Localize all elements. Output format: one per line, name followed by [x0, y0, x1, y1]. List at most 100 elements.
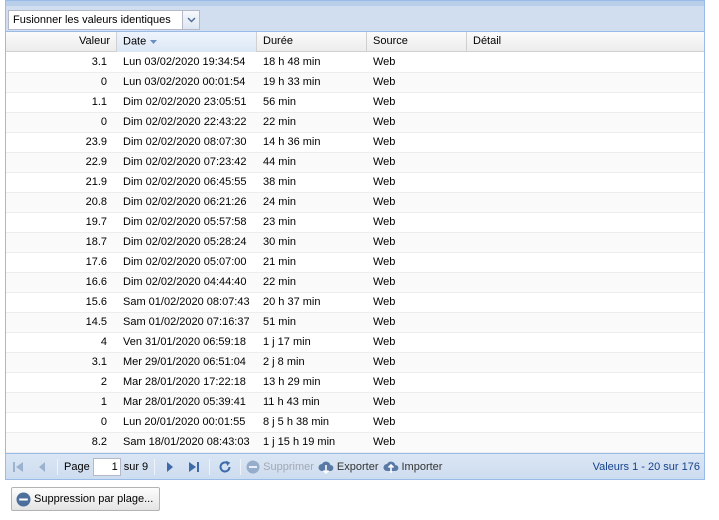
- merge-values-combo[interactable]: Fusionner les valeurs identiques: [8, 10, 200, 30]
- cell-detail: [467, 73, 704, 92]
- table-row[interactable]: 14.5 Sam 01/02/2020 07:16:37 51 min Web: [6, 313, 704, 333]
- cell-source: Web: [373, 436, 396, 448]
- table-row[interactable]: 22.9 Dim 02/02/2020 07:23:42 44 min Web: [6, 153, 704, 173]
- previous-page-button[interactable]: [32, 456, 52, 478]
- chevron-down-icon[interactable]: [183, 10, 200, 30]
- cell-source: Web: [373, 76, 396, 88]
- page-label: Page: [64, 460, 90, 473]
- page-number-input[interactable]: 1: [92, 457, 121, 476]
- cell-duree: 13 h 29 min: [263, 376, 321, 388]
- last-page-icon: [189, 461, 200, 472]
- cell-detail: [467, 173, 704, 192]
- grid-body: 3.1 Lun 03/02/2020 19:34:54 18 h 48 min Web…: [6, 53, 704, 453]
- cell-valeur: 3.1: [91, 356, 107, 368]
- table-row[interactable]: 1 Mar 28/01/2020 05:39:41 11 h 43 min Web: [6, 393, 704, 413]
- history-grid-panel: Fusionner les valeurs identiques Valeur …: [5, 0, 705, 480]
- cell-source: Web: [373, 56, 396, 68]
- column-header-label: Date: [123, 35, 147, 48]
- column-header-label: Source: [373, 35, 408, 47]
- table-row[interactable]: 17.6 Dim 02/02/2020 05:07:00 21 min Web: [6, 253, 704, 273]
- table-row[interactable]: 2 Mar 28/01/2020 17:22:18 13 h 29 min Web: [6, 373, 704, 393]
- table-row[interactable]: 0 Lun 03/02/2020 00:01:54 19 h 33 min Web: [6, 73, 704, 93]
- cell-source: Web: [373, 396, 396, 408]
- cell-valeur: 8.2: [91, 436, 107, 448]
- table-row[interactable]: 18.7 Dim 02/02/2020 05:28:24 30 min Web: [6, 233, 704, 253]
- table-row[interactable]: 21.9 Dim 02/02/2020 06:45:55 38 min Web: [6, 173, 704, 193]
- cell-duree: 18 h 48 min: [263, 56, 321, 68]
- cell-valeur: 2: [100, 376, 107, 388]
- table-row[interactable]: 3.1 Mer 29/01/2020 06:51:04 2 j 8 min Web: [6, 353, 704, 373]
- range-delete-label: Suppression par plage...: [34, 493, 154, 505]
- paging-toolbar: Page 1 sur 9 Supprimer Exporter Importer…: [6, 453, 704, 479]
- delete-button-label: Supprimer: [263, 460, 314, 473]
- export-button[interactable]: Exporter: [318, 456, 379, 478]
- refresh-icon: [219, 460, 231, 472]
- table-row[interactable]: 16.6 Dim 02/02/2020 04:44:40 22 min Web: [6, 273, 704, 293]
- cell-valeur: 17.6: [85, 256, 107, 268]
- table-row[interactable]: 15.6 Sam 01/02/2020 08:07:43 20 h 37 min We…: [6, 293, 704, 313]
- cell-date: Lun 20/01/2020 00:01:55: [123, 416, 246, 428]
- column-header-duree[interactable]: Durée: [257, 32, 367, 52]
- column-header-detail[interactable]: Détail: [467, 32, 704, 52]
- cell-date: Dim 02/02/2020 06:45:55: [123, 176, 247, 188]
- cell-date: Dim 02/02/2020 23:05:51: [123, 96, 247, 108]
- table-row[interactable]: 8.2 Sam 18/01/2020 08:43:03 1 j 15 h 19 mi…: [6, 433, 704, 453]
- column-header-valeur[interactable]: Valeur: [6, 32, 117, 52]
- cell-source: Web: [373, 156, 396, 168]
- cell-source: Web: [373, 236, 396, 248]
- table-row[interactable]: 4 Ven 31/01/2020 06:59:18 1 j 17 min Web: [6, 333, 704, 353]
- cell-detail: [467, 53, 704, 72]
- cell-valeur: 4: [100, 336, 107, 348]
- cell-valeur: 0: [100, 416, 107, 428]
- cell-source: Web: [373, 196, 396, 208]
- table-row[interactable]: 1.1 Dim 02/02/2020 23:05:51 56 min Web: [6, 93, 704, 113]
- first-page-icon: [13, 461, 23, 472]
- table-row[interactable]: 19.7 Dim 02/02/2020 05:57:58 23 min Web: [6, 213, 704, 233]
- cell-date: Dim 02/02/2020 05:57:58: [123, 216, 247, 228]
- cell-valeur: 15.6: [85, 296, 107, 308]
- cell-date: Mar 28/01/2020 17:22:18: [123, 376, 246, 388]
- table-row[interactable]: 3.1 Lun 03/02/2020 19:34:54 18 h 48 min Web: [6, 53, 704, 73]
- cell-valeur: 14.5: [85, 316, 107, 328]
- cell-source: Web: [373, 176, 396, 188]
- last-page-button[interactable]: [184, 456, 204, 478]
- cell-source: Web: [373, 96, 396, 108]
- table-row[interactable]: 23.9 Dim 02/02/2020 08:07:30 14 h 36 min We…: [6, 133, 704, 153]
- cell-source: Web: [373, 356, 396, 368]
- cell-date: Sam 01/02/2020 08:07:43: [123, 296, 250, 308]
- refresh-button[interactable]: [215, 456, 235, 478]
- cell-source: Web: [373, 276, 396, 288]
- table-row[interactable]: 0 Dim 02/02/2020 22:43:22 22 min Web: [6, 113, 704, 133]
- cell-valeur: 19.7: [85, 216, 107, 228]
- column-header-source[interactable]: Source: [367, 32, 467, 52]
- cell-duree: 44 min: [263, 156, 297, 168]
- cell-duree: 23 min: [263, 216, 297, 228]
- merge-values-select[interactable]: Fusionner les valeurs identiques: [8, 10, 183, 30]
- next-page-button[interactable]: [160, 456, 180, 478]
- table-row[interactable]: 20.8 Dim 02/02/2020 06:21:26 24 min Web: [6, 193, 704, 213]
- toolbar-separator: [209, 458, 211, 475]
- sort-descending-icon: [150, 32, 158, 51]
- table-row[interactable]: 0 Lun 20/01/2020 00:01:55 8 j 5 h 38 min We…: [6, 413, 704, 433]
- cell-duree: 2 j 8 min: [263, 356, 305, 368]
- cell-detail: [467, 313, 704, 332]
- column-header-date[interactable]: Date: [117, 32, 257, 52]
- import-button[interactable]: Importer: [383, 456, 442, 478]
- grid-header: Valeur Date Durée Source Détail: [6, 32, 704, 52]
- cell-source: Web: [373, 296, 396, 308]
- minus-circle-icon: [246, 460, 260, 473]
- range-delete-button[interactable]: Suppression par plage...: [11, 487, 161, 511]
- first-page-button[interactable]: [8, 456, 28, 478]
- cell-detail: [467, 353, 704, 372]
- cell-detail: [467, 413, 704, 432]
- cell-detail: [467, 253, 704, 272]
- cell-source: Web: [373, 136, 396, 148]
- cell-duree: 8 j 5 h 38 min: [263, 416, 330, 428]
- delete-button[interactable]: Supprimer: [246, 456, 314, 478]
- cell-valeur: 18.7: [85, 236, 107, 248]
- cell-duree: 14 h 36 min: [263, 136, 321, 148]
- toolbar-separator: [154, 458, 156, 475]
- cell-date: Dim 02/02/2020 04:44:40: [123, 276, 247, 288]
- cell-detail: [467, 293, 704, 312]
- cell-date: Sam 01/02/2020 07:16:37: [123, 316, 250, 328]
